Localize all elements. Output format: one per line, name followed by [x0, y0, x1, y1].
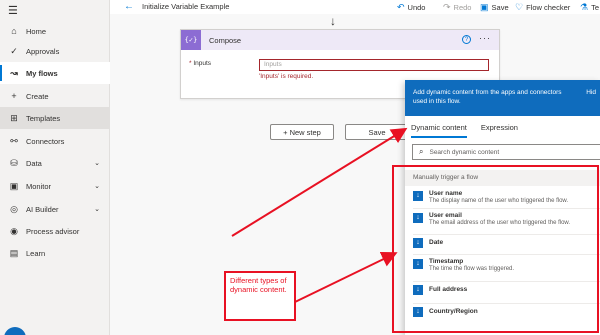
- connectors-icon: ⚯: [10, 135, 18, 146]
- sidebar-item-ai-builder[interactable]: ◎ AI Builder ⌄: [0, 198, 110, 220]
- help-icon[interactable]: ?: [462, 35, 471, 44]
- dynamic-content-header: Add dynamic content from the apps and co…: [405, 80, 600, 116]
- test-button[interactable]: ⚗ Te: [580, 2, 599, 13]
- sidebar-item-label: AI Builder: [26, 204, 59, 214]
- sidebar-item-monitor[interactable]: ▣ Monitor ⌄: [0, 175, 110, 197]
- home-icon: ⌂: [11, 26, 17, 36]
- flow-checker-button[interactable]: ♡ Flow checker: [515, 2, 570, 13]
- inputs-field[interactable]: Inputs: [259, 59, 489, 71]
- inputs-label: * Inputs: [189, 60, 212, 67]
- sidebar-item-label: Data: [26, 158, 42, 168]
- more-options-icon[interactable]: ···: [479, 33, 491, 43]
- save-flow-button[interactable]: Save: [345, 124, 409, 140]
- sidebar-item-label: Monitor: [26, 181, 52, 191]
- sidebar-item-data[interactable]: ⛁ Data ⌄: [0, 152, 110, 174]
- chevron-down-icon: ⌄: [94, 160, 100, 167]
- stethoscope-icon: ♡: [515, 2, 524, 12]
- undo-button[interactable]: ↶ Undo: [397, 2, 425, 13]
- hamburger-icon[interactable]: ☰: [8, 4, 18, 17]
- compose-card-header[interactable]: {✓} Compose ? ···: [181, 30, 499, 50]
- sidebar-item-connectors[interactable]: ⚯ Connectors: [0, 130, 110, 152]
- annotation-highlight-box: [392, 165, 599, 333]
- chatbot-button[interactable]: [4, 327, 26, 335]
- flow-title: Initialize Variable Example: [142, 2, 230, 11]
- connector-arrow-icon: ↓: [330, 14, 336, 28]
- sidebar-item-label: Connectors: [26, 136, 65, 146]
- search-dynamic-content-input[interactable]: ⌕ Search dynamic content: [412, 144, 600, 160]
- compose-title: Compose: [209, 35, 242, 45]
- templates-icon: ⊞: [10, 112, 18, 123]
- compose-icon: {✓}: [181, 30, 201, 50]
- chevron-down-icon: ⌄: [94, 206, 100, 213]
- ai-builder-icon: ◎: [10, 203, 18, 214]
- learn-icon: ▤: [9, 247, 19, 258]
- process-advisor-icon: ◉: [10, 225, 18, 236]
- sidebar-item-label: Learn: [26, 248, 46, 258]
- database-icon: ⛁: [10, 157, 18, 168]
- save-button[interactable]: ▣ Save: [480, 2, 509, 13]
- left-navigation: ☰ ⌂ Home ✓ Approvals ↝ My flows + Create ⊞ Templa…: [0, 0, 110, 335]
- redo-icon: ↷: [443, 2, 451, 12]
- sidebar-item-label: Create: [26, 91, 49, 101]
- new-step-button[interactable]: + New step: [270, 124, 334, 140]
- sidebar-item-label: Templates: [26, 113, 61, 123]
- sidebar-item-label: Approvals: [26, 46, 60, 56]
- flows-icon: ↝: [10, 67, 18, 78]
- flask-icon: ⚗: [580, 2, 589, 12]
- sidebar-item-approvals[interactable]: ✓ Approvals: [0, 40, 110, 62]
- sidebar-item-templates[interactable]: ⊞ Templates: [0, 107, 110, 129]
- inputs-error-message: 'Inputs' is required.: [259, 73, 314, 80]
- dynamic-content-tabs: Dynamic content Expression: [405, 116, 600, 138]
- search-icon: ⌕: [419, 147, 424, 156]
- sidebar-item-label: Process advisor: [26, 226, 80, 236]
- hide-button[interactable]: Hid: [586, 88, 596, 97]
- chevron-down-icon: ⌄: [94, 183, 100, 190]
- sidebar-item-create[interactable]: + Create: [0, 85, 110, 107]
- back-arrow-icon[interactable]: ←: [124, 1, 134, 12]
- sidebar-item-my-flows[interactable]: ↝ My flows: [0, 62, 110, 84]
- designer-toolbar: ← Initialize Variable Example ↶ Undo ↷ Red…: [110, 0, 600, 14]
- monitor-icon: ▣: [9, 180, 19, 191]
- redo-button[interactable]: ↷ Redo: [443, 2, 471, 13]
- annotation-callout: Different types of dynamic content.: [224, 271, 296, 321]
- save-icon: ▣: [480, 2, 489, 12]
- plus-icon: +: [11, 91, 17, 101]
- tab-dynamic-content[interactable]: Dynamic content: [411, 116, 467, 138]
- sidebar-item-label: My flows: [26, 68, 58, 78]
- sidebar-item-learn[interactable]: ▤ Learn: [0, 242, 110, 264]
- sidebar-item-home[interactable]: ⌂ Home: [0, 20, 110, 42]
- sidebar-item-process-advisor[interactable]: ◉ Process advisor: [0, 220, 110, 242]
- sidebar-item-label: Home: [26, 26, 47, 36]
- undo-icon: ↶: [397, 2, 405, 12]
- tab-expression[interactable]: Expression: [481, 116, 518, 138]
- approvals-icon: ✓: [10, 45, 18, 56]
